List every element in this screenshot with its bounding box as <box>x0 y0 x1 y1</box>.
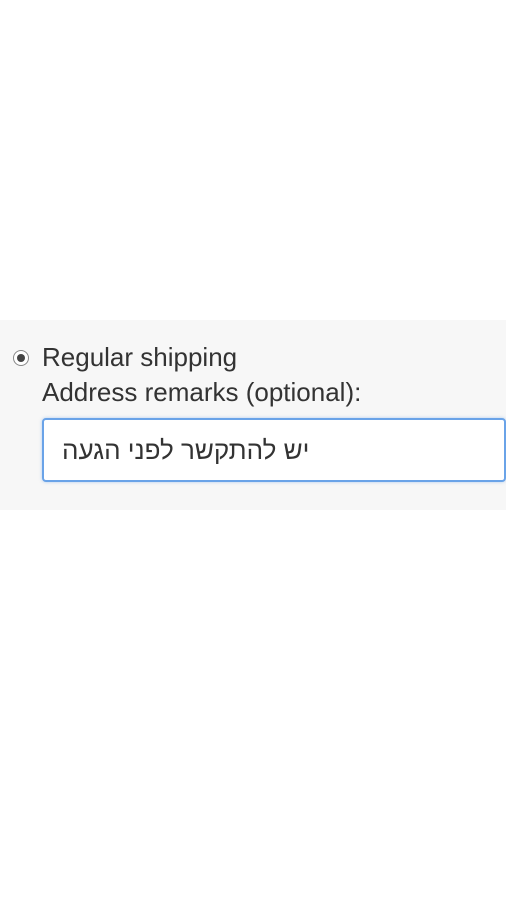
shipping-option-label: Regular shipping <box>42 342 237 373</box>
radio-regular-shipping[interactable] <box>13 350 29 366</box>
shipping-option-regular[interactable]: Regular shipping <box>0 342 506 373</box>
radio-wrapper <box>10 347 32 369</box>
remarks-input-wrapper <box>0 418 506 482</box>
address-remarks-label: Address remarks (optional): <box>42 377 506 408</box>
address-remarks-input[interactable] <box>42 418 506 482</box>
remarks-label-row: Address remarks (optional): <box>0 377 506 408</box>
shipping-form-section: Regular shipping Address remarks (option… <box>0 320 506 510</box>
